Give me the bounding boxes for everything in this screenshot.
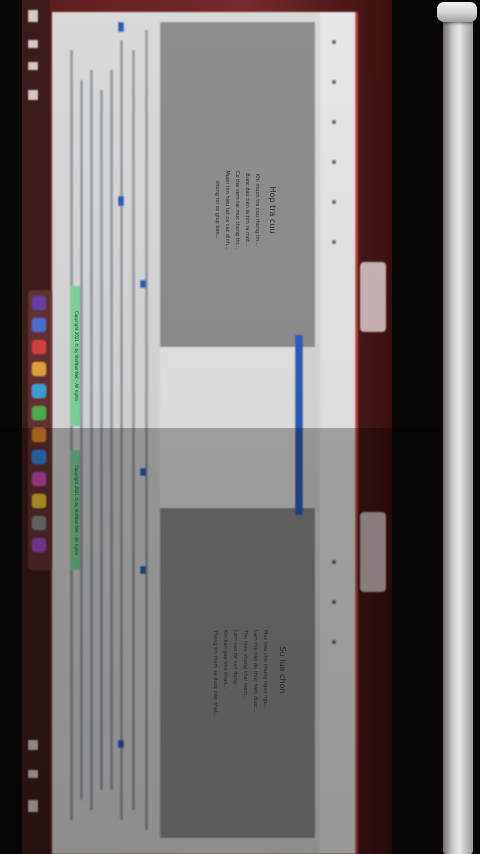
green-badge-top-text: Copyright 2021 © by VietNamNet – All rig…: [74, 311, 79, 401]
scrollbar-track[interactable]: [443, 4, 473, 854]
left-slide-line-5: chung toi se giup ban...: [214, 181, 220, 240]
right-slide-line-4: Lam sao de van dung...: [232, 630, 238, 689]
right-slide-line-3: Tim hieu nhung khai niem...: [242, 629, 248, 700]
right-slide-line-2: Lam the nao de thuc hien duoc...: [252, 630, 258, 713]
green-badge-text-2: Copyright 2021 © by VietNamNet – All rig…: [74, 465, 79, 555]
scrollbar-thumb[interactable]: [437, 2, 477, 22]
right-slide-line-1: Muc tieu cho nhung ngon ngu...: [262, 630, 268, 710]
left-slide-line-1: Khi muon tra cuu thong tin...: [254, 174, 260, 246]
left-slide-title: Hop tra cuu: [268, 187, 277, 234]
right-slide-line-5: Khi ban gap kho khan...: [222, 630, 228, 690]
photo-of-laptop-screen: Hop tra cuu Khi muon tra cuu thong tin..…: [0, 0, 480, 854]
right-slide-title: Su lua chon: [278, 647, 287, 694]
left-slide-line-3: Co the xem tai muc thong tin...: [234, 171, 240, 249]
green-badge-text-1: Copyright 2021 © by VietNamNet – All rig…: [74, 311, 79, 401]
left-slide-line-2: Buoc dau tien la tim ra mot...: [244, 173, 250, 247]
green-badge-bottom-text: Copyright 2021 © by VietNamNet – All rig…: [74, 465, 79, 555]
left-slide-line-4: Muon tim hieu tat ca cac dinh...: [224, 170, 230, 250]
right-slide-line-6: Thong tin them se duoc cap nhat...: [212, 629, 218, 718]
